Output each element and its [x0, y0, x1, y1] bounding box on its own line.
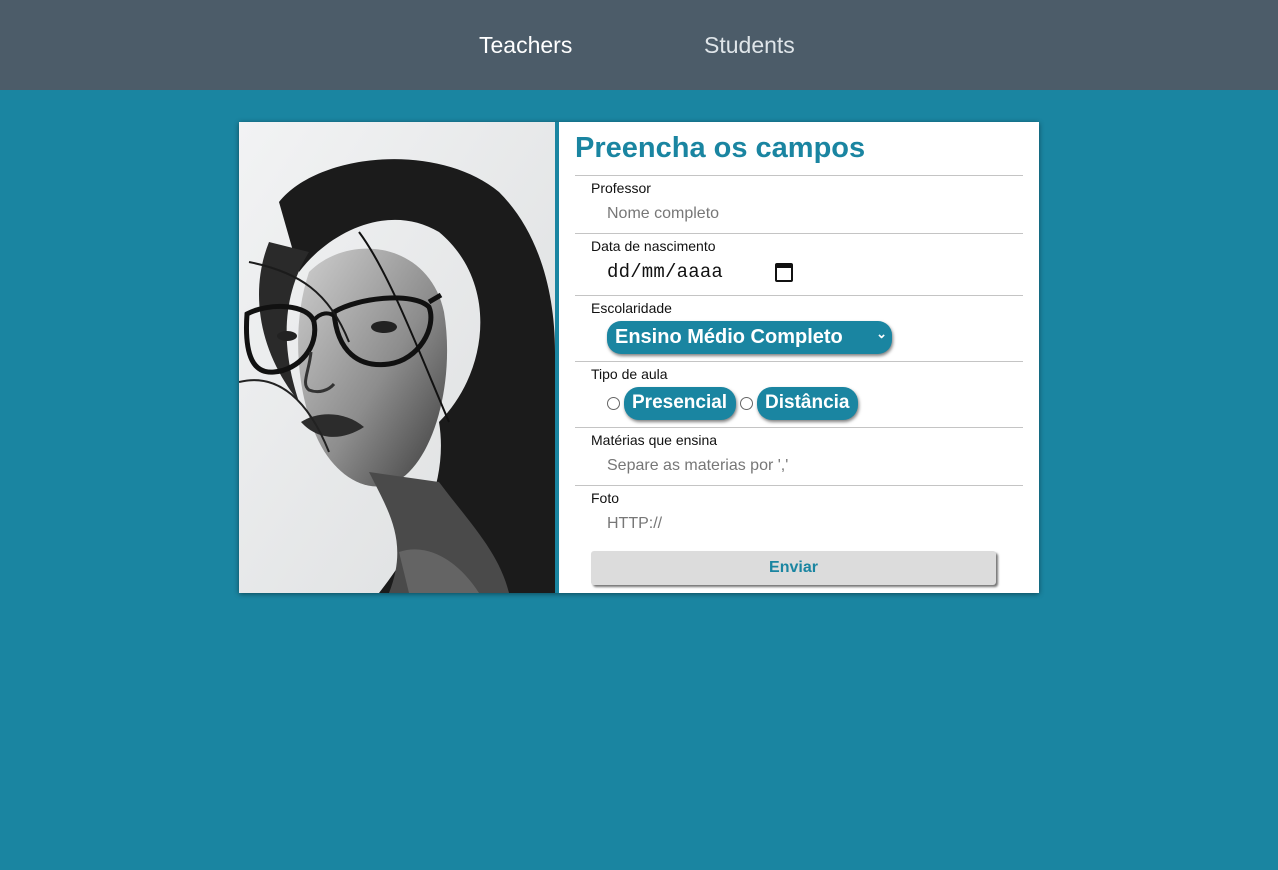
portrait-image — [239, 122, 555, 593]
subjects-input[interactable] — [599, 453, 979, 479]
class-type-label: Tipo de aula — [591, 366, 668, 382]
divider — [575, 361, 1023, 362]
divider — [575, 427, 1023, 428]
birth-date-input[interactable]: dd/mm/aaaa — [607, 261, 723, 283]
professor-input[interactable] — [599, 201, 979, 227]
form-panel: Preencha os campos Professor Data de nas… — [559, 122, 1039, 593]
form-title: Preencha os campos — [575, 132, 866, 164]
nav-link-teachers[interactable]: Teachers — [479, 32, 572, 59]
presencial-radio[interactable] — [607, 397, 620, 410]
presencial-option[interactable]: Presencial — [624, 387, 737, 420]
photo-url-input[interactable] — [599, 511, 979, 537]
teacher-photo — [239, 122, 555, 593]
divider — [575, 485, 1023, 486]
education-select[interactable]: Ensino Médio Completo ⌄ — [607, 321, 892, 354]
teacher-form-card: Preencha os campos Professor Data de nas… — [239, 122, 1039, 593]
photo-label: Foto — [591, 490, 620, 506]
nav-link-students[interactable]: Students — [704, 32, 795, 59]
birth-date-label: Data de nascimento — [591, 238, 716, 254]
distancia-option[interactable]: Distância — [757, 387, 859, 420]
professor-label: Professor — [591, 180, 651, 196]
education-label: Escolaridade — [591, 300, 672, 316]
divider — [575, 175, 1023, 176]
top-navigation: Teachers Students — [0, 0, 1278, 90]
divider — [575, 295, 1023, 296]
subjects-label: Matérias que ensina — [591, 432, 718, 448]
calendar-icon[interactable] — [775, 263, 793, 282]
divider — [575, 233, 1023, 234]
education-selected-value: Ensino Médio Completo — [615, 326, 843, 348]
submit-button[interactable]: Enviar — [591, 551, 996, 585]
chevron-down-icon: ⌄ — [876, 326, 887, 341]
distancia-radio[interactable] — [740, 397, 753, 410]
